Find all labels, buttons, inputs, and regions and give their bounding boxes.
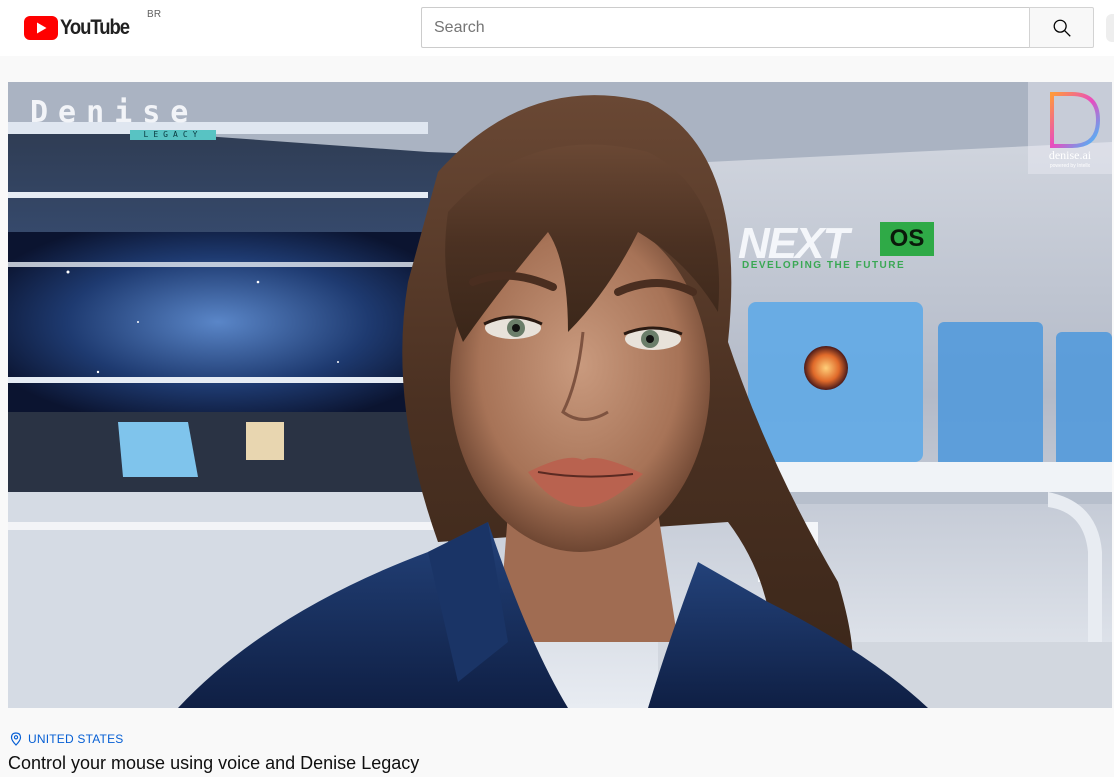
voice-search-button[interactable] xyxy=(1106,14,1114,42)
location-link[interactable]: UNITED STATES xyxy=(10,732,124,746)
location-text[interactable]: UNITED STATES xyxy=(28,732,124,746)
youtube-logo[interactable]: YouTube BR xyxy=(24,9,161,42)
video-player[interactable]: Denise LEGACY NEXT OS DEVELOPING THE FUT… xyxy=(8,82,1112,708)
search-button[interactable] xyxy=(1029,7,1094,48)
search-bar xyxy=(421,7,1094,48)
country-code: BR xyxy=(147,9,162,20)
youtube-play-icon xyxy=(24,16,58,40)
masthead: YouTube BR xyxy=(0,0,1114,56)
corner-logo-text: denise.ai xyxy=(1048,148,1092,162)
video-frame xyxy=(8,82,1112,708)
wall-sign-badge: OS xyxy=(880,222,934,256)
denise-ai-watermark: denise.ai powered by Intellx xyxy=(1028,82,1112,174)
youtube-wordmark: YouTube xyxy=(60,16,130,39)
search-input[interactable] xyxy=(421,7,1029,48)
corner-logo-sub: powered by Intellx xyxy=(1049,163,1091,169)
video-title[interactable]: Control your mouse using voice and Denis… xyxy=(8,752,419,774)
wall-sign-sub: DEVELOPING THE FUTURE xyxy=(742,260,906,271)
brand-logo-main: Denise xyxy=(30,95,199,130)
location-pin-icon xyxy=(10,732,22,746)
brand-logo-sub: LEGACY xyxy=(130,130,216,140)
denise-legacy-logo: Denise LEGACY xyxy=(30,98,230,142)
search-icon xyxy=(1053,19,1071,37)
